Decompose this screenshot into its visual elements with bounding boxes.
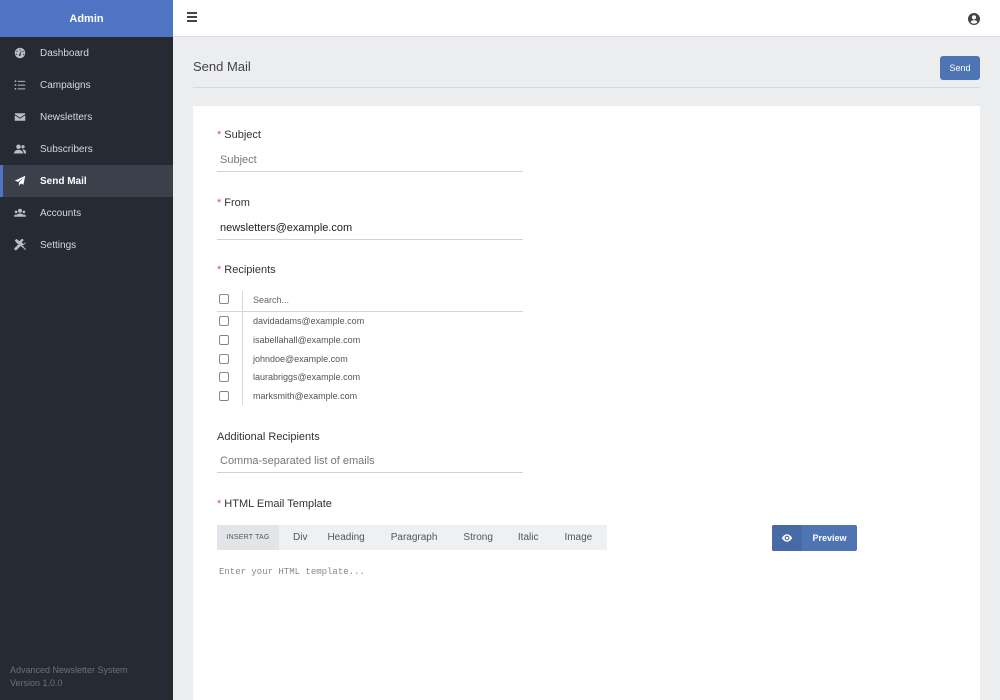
required-marker: * xyxy=(217,498,222,510)
insert-tag-label: INSERT TAG xyxy=(217,525,279,550)
sidebar-item-label: Subscribers xyxy=(40,143,93,155)
sidebar-item-settings[interactable]: Settings xyxy=(0,229,173,261)
main-content: Send Mail Send * Subject Subject * From ne… xyxy=(173,37,1000,700)
recipient-checkbox[interactable] xyxy=(219,334,229,345)
preview-label: Preview xyxy=(812,533,847,543)
hamburger-icon[interactable] xyxy=(187,12,197,24)
sidebar-item-label: Send Mail xyxy=(40,175,87,187)
dashboard-icon xyxy=(13,46,27,60)
sidebar-nav: Dashboard Campaigns Newsletters Subscrib… xyxy=(0,37,173,261)
required-marker: * xyxy=(217,129,222,141)
sidebar-footer: Advanced Newsletter System Version 1.0.0 xyxy=(10,664,128,690)
required-marker: * xyxy=(217,197,222,209)
recipient-email: marksmith@example.com xyxy=(253,391,358,402)
sidebar-item-label: Campaigns xyxy=(40,79,91,91)
required-marker: * xyxy=(217,264,222,276)
users-icon xyxy=(13,142,27,156)
select-all-checkbox[interactable] xyxy=(219,294,229,304)
tag-heading-button[interactable]: Heading xyxy=(327,532,364,543)
tag-image-button[interactable]: Image xyxy=(564,532,592,543)
additional-recipients-label: Additional Recipients xyxy=(217,431,320,443)
recipients-label: * Recipients xyxy=(217,264,276,276)
tag-strong-button[interactable]: Strong xyxy=(463,532,492,543)
recipient-checkbox[interactable] xyxy=(219,391,229,402)
app-version: Version 1.0.0 xyxy=(10,678,63,688)
recipients-header: Search... xyxy=(217,291,523,312)
preview-button[interactable]: Preview xyxy=(772,525,857,551)
sidebar-item-accounts[interactable]: Accounts xyxy=(0,197,173,229)
recipients-search-input[interactable]: Search... xyxy=(253,295,289,305)
subject-label: * Subject xyxy=(217,129,261,141)
send-mail-form: * Subject Subject * From newsletters@examp… xyxy=(193,106,980,700)
sidebar-item-label: Settings xyxy=(40,239,77,251)
sidebar-item-newsletters[interactable]: Newsletters xyxy=(0,101,173,133)
recipient-checkbox[interactable] xyxy=(219,353,229,364)
sidebar-item-label: Accounts xyxy=(40,207,82,219)
recipient-row: laurabriggs@example.com xyxy=(217,368,523,387)
user-circle-icon[interactable] xyxy=(968,12,980,25)
app-name: Advanced Newsletter System xyxy=(10,665,128,675)
recipients-table: Search... davidadams@example.com isabell… xyxy=(217,291,523,406)
recipient-email: isabellahall@example.com xyxy=(253,334,361,345)
recipient-email: johndoe@example.com xyxy=(253,353,348,364)
recipient-row: marksmith@example.com xyxy=(217,387,523,406)
list-icon xyxy=(13,78,27,92)
recipient-email: davidadams@example.com xyxy=(253,316,365,326)
recipient-checkbox[interactable] xyxy=(219,372,229,383)
tools-icon xyxy=(13,238,27,252)
html-template-editor[interactable]: Enter your HTML template... xyxy=(219,567,365,577)
tag-italic-button[interactable]: Italic xyxy=(518,532,539,543)
recipient-row: davidadams@example.com xyxy=(217,312,523,331)
envelope-icon xyxy=(13,110,27,124)
eye-icon xyxy=(772,525,802,551)
template-label: * HTML Email Template xyxy=(217,498,332,510)
additional-recipients-input[interactable]: Comma-separated list of emails xyxy=(217,449,523,473)
tag-toolbar: INSERT TAG Div Heading Paragraph Strong … xyxy=(217,525,607,550)
recipient-email: laurabriggs@example.com xyxy=(253,372,361,383)
send-button[interactable]: Send xyxy=(940,56,980,80)
tag-div-button[interactable]: Div xyxy=(293,532,307,543)
tag-paragraph-button[interactable]: Paragraph xyxy=(391,532,438,543)
subject-input[interactable]: Subject xyxy=(217,148,523,172)
recipient-checkbox[interactable] xyxy=(219,316,229,326)
brand-title[interactable]: Admin xyxy=(0,0,173,37)
page-header: Send Mail Send xyxy=(193,51,980,88)
sidebar: Admin Dashboard Campaigns Newsletters Su… xyxy=(0,0,173,700)
from-input[interactable]: newsletters@example.com xyxy=(217,216,523,240)
sidebar-item-send-mail[interactable]: Send Mail xyxy=(0,165,173,197)
page-title: Send Mail xyxy=(193,59,251,74)
paper-plane-icon xyxy=(13,174,27,188)
sidebar-item-campaigns[interactable]: Campaigns xyxy=(0,69,173,101)
from-label: * From xyxy=(217,197,250,209)
sidebar-item-label: Dashboard xyxy=(40,47,89,59)
top-bar xyxy=(173,0,1000,37)
sidebar-item-label: Newsletters xyxy=(40,111,93,123)
sidebar-item-dashboard[interactable]: Dashboard xyxy=(0,37,173,69)
recipient-row: isabellahall@example.com xyxy=(217,331,523,350)
accounts-icon xyxy=(13,206,27,220)
recipient-row: johndoe@example.com xyxy=(217,350,523,369)
sidebar-item-subscribers[interactable]: Subscribers xyxy=(0,133,173,165)
